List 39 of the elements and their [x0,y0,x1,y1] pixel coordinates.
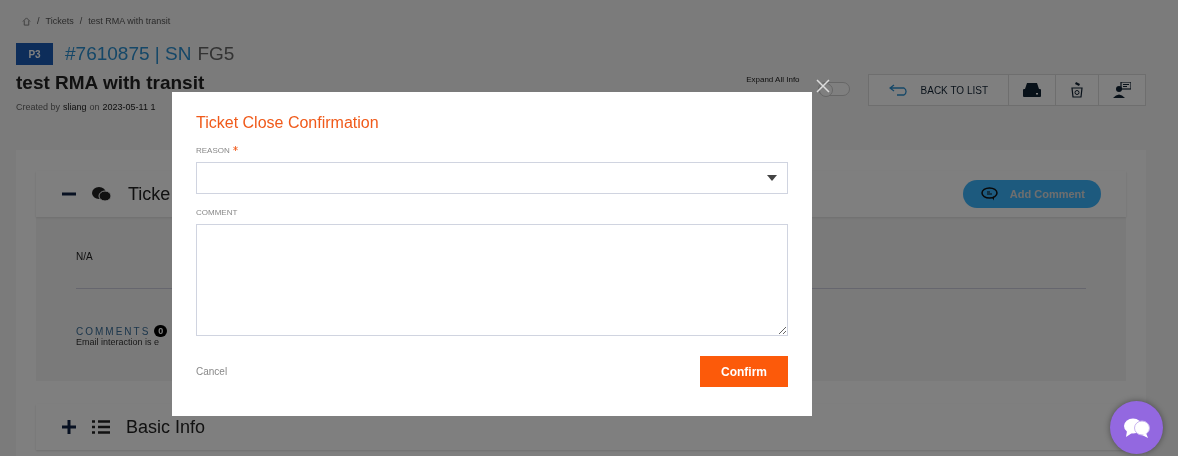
ticket-number: #7610875 | SN [65,43,192,65]
recycle-bin-icon [1070,82,1084,98]
breadcrumb-item[interactable]: Tickets [45,16,74,26]
dialog-title: Ticket Close Confirmation [196,114,380,132]
created-label: Created by [16,102,61,112]
author-name: sliang [63,102,87,112]
comment-icon [980,187,998,201]
card-title: Ticke [128,183,171,205]
chat-bubbles-icon [92,186,112,202]
field-label: COMMENT [196,208,238,217]
comments-count: 0 [154,325,168,337]
comments-note: Email interaction is e [76,337,161,347]
back-to-list-button[interactable]: BACK TO LIST [868,75,1008,105]
cancel-button[interactable]: Cancel [196,366,228,377]
breadcrumb-separator: / [37,16,40,26]
expand-all-label: Expand All Info [746,75,800,84]
breadcrumb-item: test RMA with transit [88,16,171,26]
back-arrow-icon [888,84,909,96]
assign-button[interactable] [1098,75,1145,105]
print-button[interactable] [1008,75,1055,105]
comment-field[interactable] [196,224,788,336]
plus-icon[interactable] [62,420,76,434]
delete-button[interactable] [1055,75,1098,105]
ticket-title: test RMA with transit [16,72,205,94]
priority-badge: P3 [16,43,53,65]
close-icon[interactable] [816,79,830,93]
caret-icon [767,175,777,181]
field-label: REASON [196,146,230,155]
user-comment-icon [1113,82,1131,98]
confirm-button[interactable]: Confirm [700,356,788,387]
list-icon [92,420,110,434]
printer-icon [1023,83,1041,97]
field-value: N/A [76,251,93,262]
comments-heading: COMMENTS [76,325,151,337]
serial-number: FG5 [197,43,235,65]
card-title: Basic Info [126,416,206,438]
created-on-label: on [89,102,100,112]
breadcrumb-separator: / [79,16,83,26]
created-date: 2023-05-11 1 [102,102,156,112]
